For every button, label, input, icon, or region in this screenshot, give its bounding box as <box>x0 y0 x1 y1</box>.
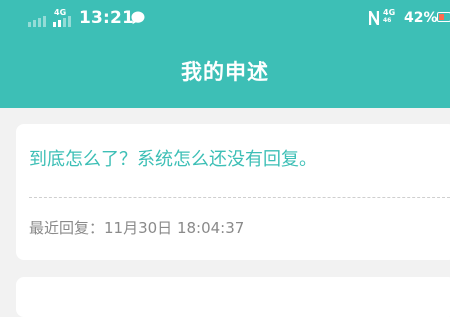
page-title: 我的申述 <box>0 56 450 86</box>
appeal-card[interactable]: 到底怎么了？系统怎么还没有回复。 最近回复：11月30日 18:04:37 <box>16 124 450 260</box>
app-header: 4G 13:21 4G 46 42% 我的申述 <box>0 0 450 108</box>
status-bar: 4G 13:21 4G 46 42% <box>0 0 450 38</box>
status-time: 13:21 <box>79 8 134 28</box>
network-type-label-right: 4G <box>383 8 395 17</box>
appeal-card-partial[interactable] <box>16 277 450 317</box>
nfc-icon <box>368 10 380 26</box>
appeal-question: 到底怎么了？系统怎么还没有回复。 <box>29 145 317 171</box>
network-sub-label: 46 <box>383 17 395 24</box>
battery-percent: 42% <box>404 10 438 26</box>
chat-icon <box>130 10 146 26</box>
card-divider <box>29 197 450 198</box>
network-indicator-right: 4G 46 <box>383 8 395 24</box>
network-type-label: 4G <box>54 8 66 17</box>
appeal-last-reply: 最近回复：11月30日 18:04:37 <box>29 217 244 238</box>
battery-icon <box>437 12 450 22</box>
